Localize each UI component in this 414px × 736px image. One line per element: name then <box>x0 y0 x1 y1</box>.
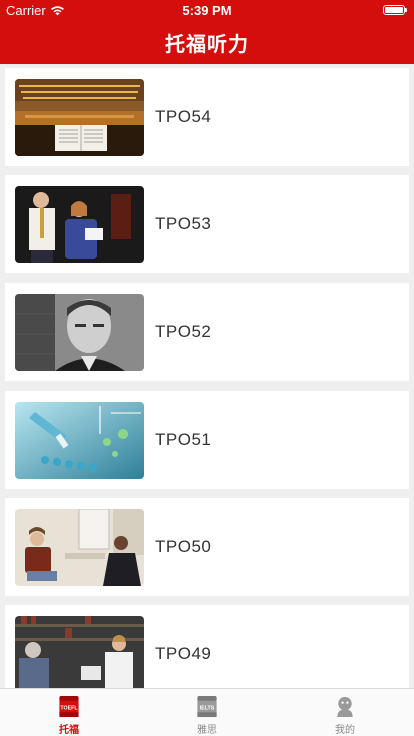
tpo51-thumbnail <box>15 401 144 479</box>
tab-mine[interactable]: 我的 <box>276 689 414 736</box>
list-item-tpo49[interactable]: TPO49 <box>5 605 409 688</box>
list-item-tpo53[interactable]: TPO53 <box>5 175 409 273</box>
tpo-label: TPO53 <box>155 214 212 233</box>
tpo-list[interactable]: TPO54 TPO53 TPO52 TPO51 TPO50 TPO49 <box>0 64 414 688</box>
tab-label: 我的 <box>335 725 355 736</box>
tab-label: 雅思 <box>197 725 217 736</box>
tpo-label: TPO52 <box>155 322 212 341</box>
ielts-book-icon: IELTS <box>197 695 217 718</box>
page-title: 托福听力 <box>165 34 249 56</box>
list-item-tpo52[interactable]: TPO52 <box>5 283 409 381</box>
toefl-book-icon: TOEFL <box>59 695 79 718</box>
tpo52-thumbnail <box>15 293 144 371</box>
tpo53-thumbnail <box>15 185 144 263</box>
header: Carrier 5:39 PM 托福听力 <box>0 0 414 64</box>
toefl-icon-text: TOEFL <box>60 705 78 711</box>
tpo-label: TPO51 <box>155 430 212 449</box>
tpo-label: TPO49 <box>155 644 212 663</box>
tab-toefl[interactable]: TOEFL 托福 <box>0 689 138 736</box>
status-time: 5:39 PM <box>182 3 232 18</box>
tpo-label: TPO50 <box>155 537 212 556</box>
ielts-icon-text: IELTS <box>200 705 215 711</box>
tab-bar: TOEFL 托福 IELTS 雅思 我的 <box>0 688 414 736</box>
tab-label: 托福 <box>59 725 79 736</box>
tpo-label: TPO54 <box>155 107 212 126</box>
tpo54-thumbnail <box>15 78 144 156</box>
list-item-tpo50[interactable]: TPO50 <box>5 498 409 596</box>
battery-icon <box>383 5 407 15</box>
tpo50-thumbnail <box>15 508 144 586</box>
tab-ielts[interactable]: IELTS 雅思 <box>138 689 276 736</box>
list-item-tpo54[interactable]: TPO54 <box>5 68 409 166</box>
status-bar: Carrier 5:39 PM <box>0 0 414 20</box>
list-item-tpo51[interactable]: TPO51 <box>5 391 409 489</box>
profile-icon <box>337 696 353 718</box>
tpo49-thumbnail <box>15 615 144 688</box>
